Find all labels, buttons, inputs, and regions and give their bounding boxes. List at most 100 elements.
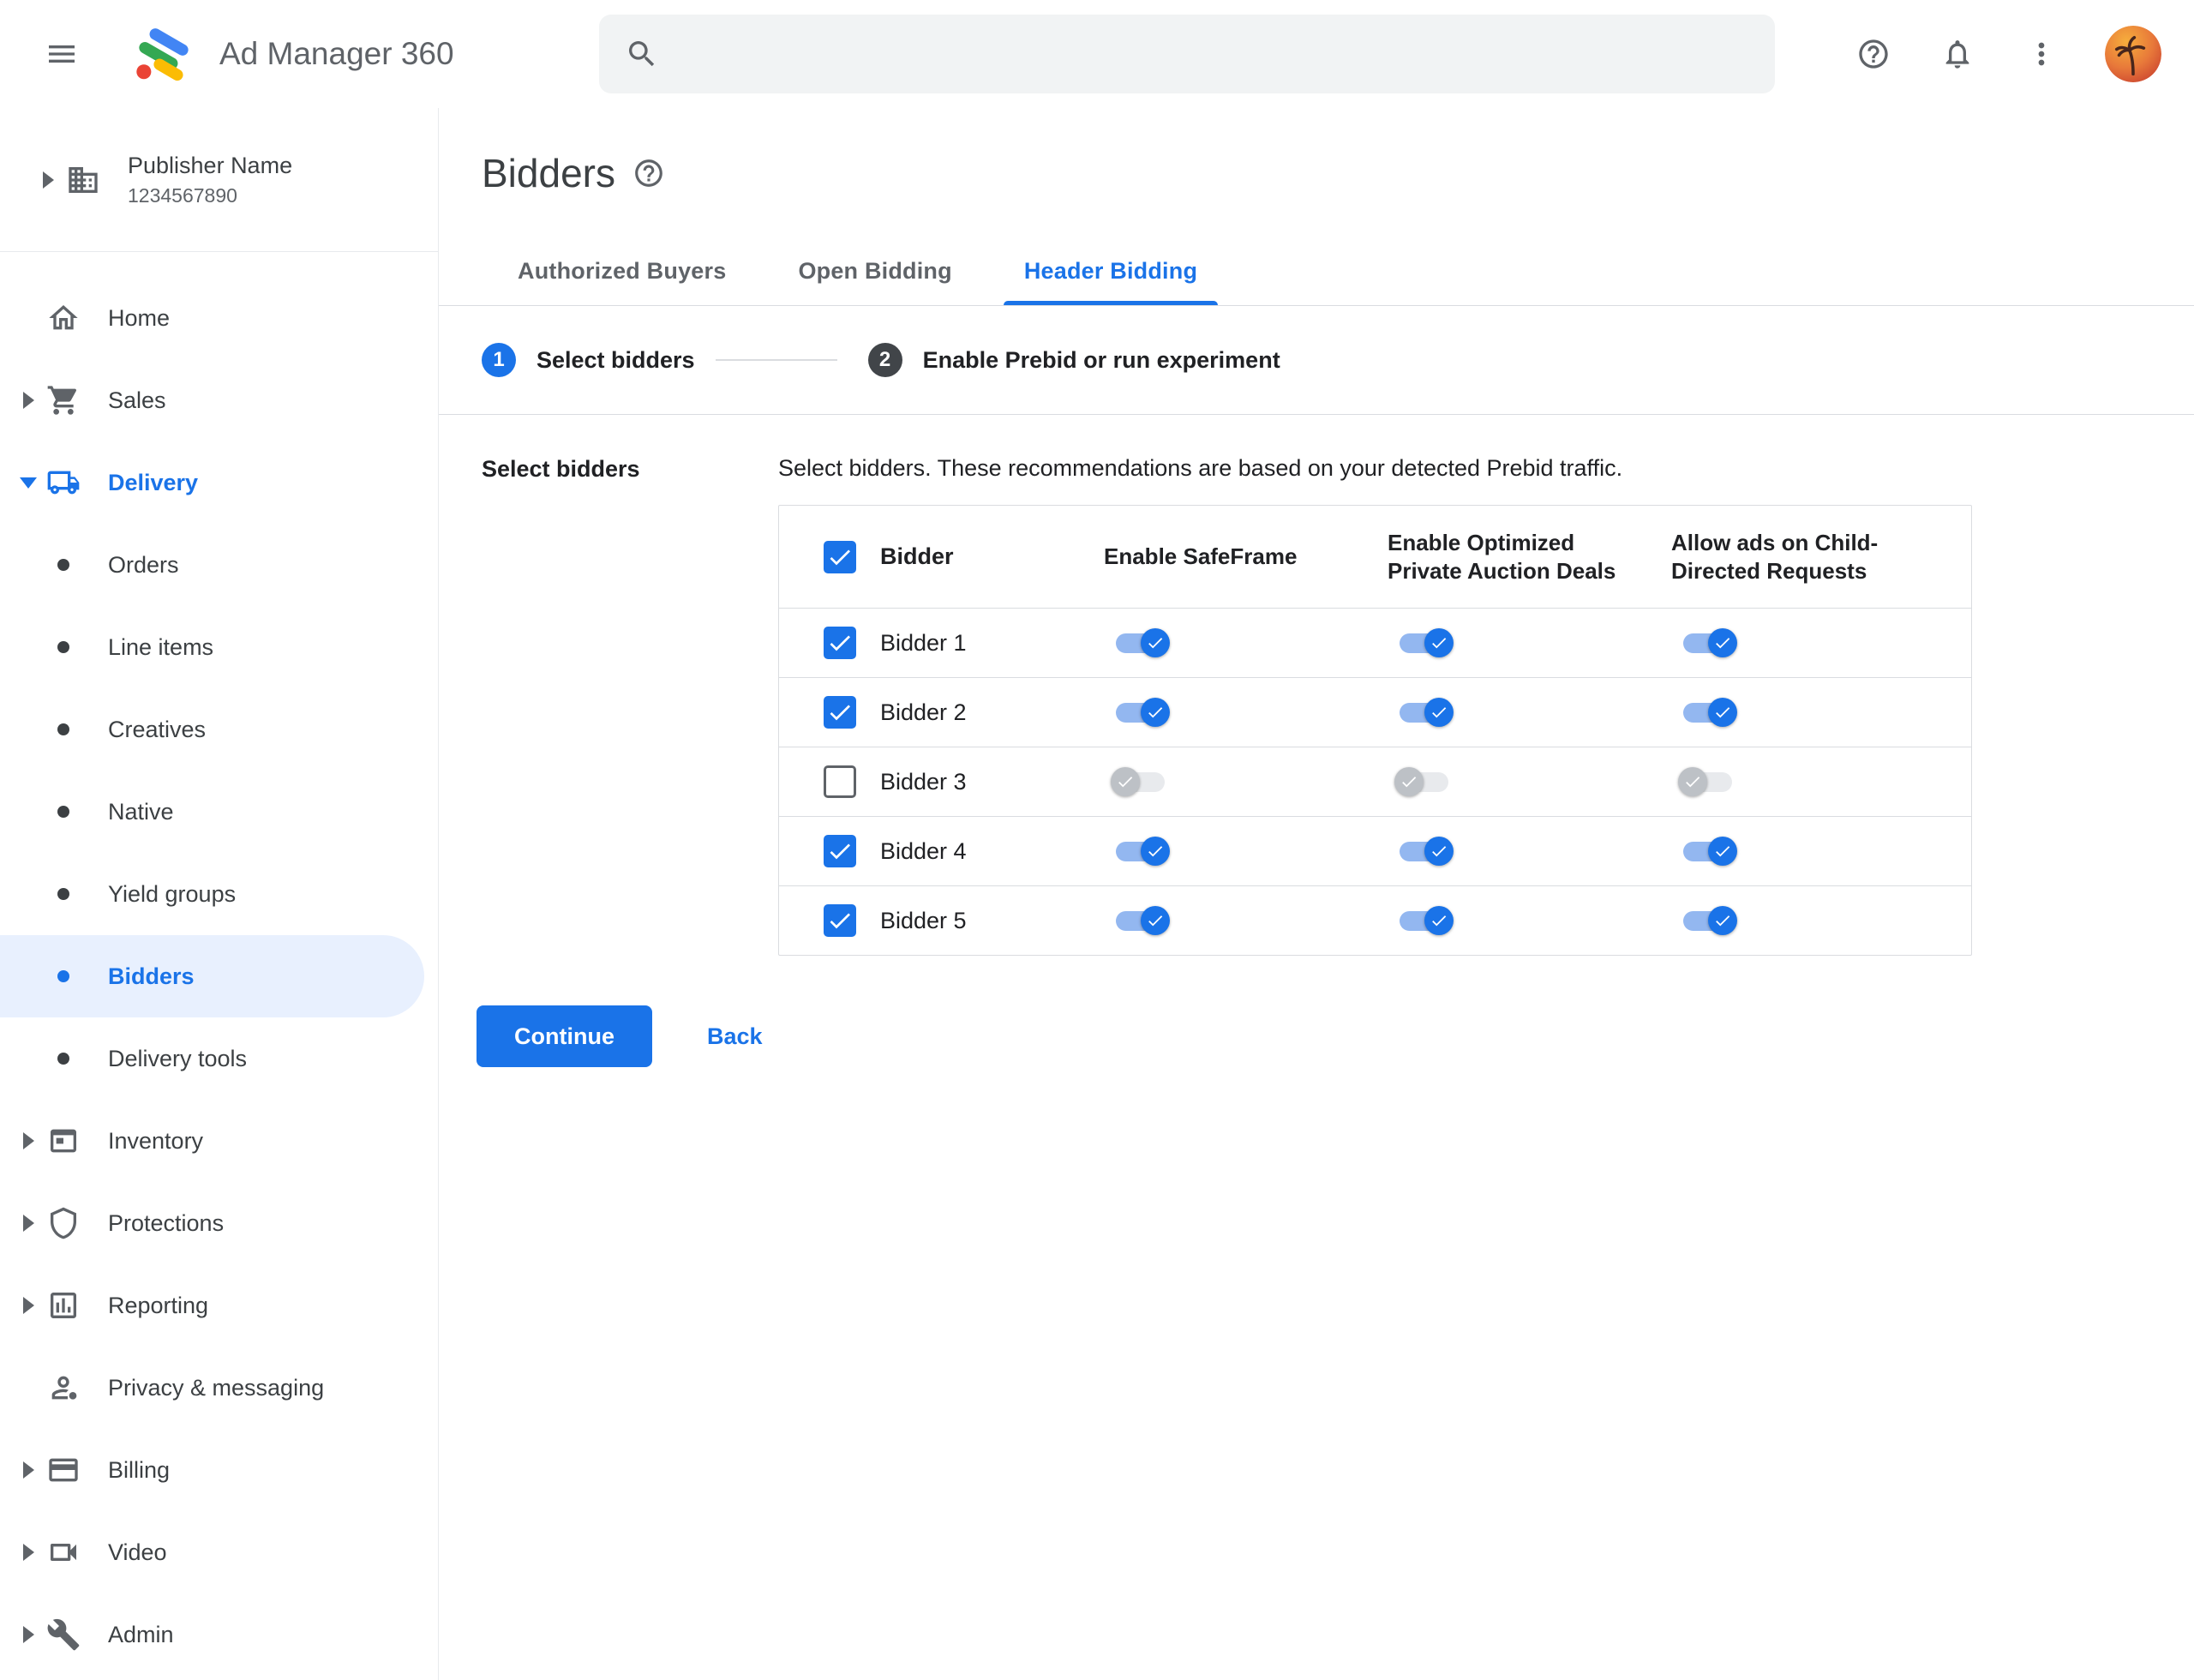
menu-button[interactable]: [41, 33, 82, 75]
check-icon: [830, 913, 850, 929]
bidder-row-bidder-5: Bidder 5: [779, 885, 1971, 955]
child-directed-toggle[interactable]: [1683, 698, 1737, 727]
check-icon: [1432, 707, 1447, 718]
step-2-circle: 2: [867, 343, 902, 377]
sidebar-item-line-items[interactable]: Line items: [0, 606, 438, 688]
sidebar-item-creatives[interactable]: Creatives: [0, 688, 438, 771]
column-header: Bidder: [880, 543, 954, 569]
sidebar-item-reporting[interactable]: Reporting: [0, 1264, 438, 1347]
safeframe-toggle[interactable]: [1116, 698, 1170, 727]
sidebar-item-billing[interactable]: Billing: [0, 1429, 438, 1511]
app-root: Ad Manager 360 Publisher Name 1234567890…: [0, 0, 2194, 1680]
page-header: Bidders: [439, 108, 2194, 197]
bell-icon: [1945, 40, 1969, 69]
optimized-deals-toggle[interactable]: [1400, 837, 1454, 866]
notifications-button[interactable]: [1937, 33, 1978, 75]
safeframe-toggle[interactable]: [1111, 767, 1165, 796]
search-input[interactable]: [680, 39, 1749, 69]
search-bar[interactable]: [599, 15, 1775, 93]
section-description: Select bidders. These recommendations ar…: [778, 455, 1623, 481]
section-label: Select bidders: [482, 456, 640, 482]
bullet-icon: [57, 723, 69, 735]
optimized-deals-toggle[interactable]: [1394, 767, 1448, 796]
bidder-name: Bidder 5: [880, 907, 967, 933]
back-button[interactable]: Back: [707, 1023, 763, 1050]
optimized-deals-toggle[interactable]: [1400, 628, 1454, 657]
bidder-name: Bidder 2: [880, 699, 967, 725]
wrench-icon: [47, 1618, 80, 1651]
ad-manager-logo-icon: [136, 28, 189, 81]
optimized-deals-toggle[interactable]: [1400, 698, 1454, 727]
sidebar: Publisher Name 1234567890 Home Sales Del…: [0, 108, 439, 1680]
card-icon: [49, 1458, 78, 1482]
optimized-deals-toggle[interactable]: [1400, 906, 1454, 935]
column-header: Enable SafeFrame: [1104, 543, 1298, 569]
expand-icon: [22, 1132, 34, 1149]
sidebar-item-native[interactable]: Native: [0, 771, 438, 853]
sidebar-item-home[interactable]: Home: [0, 277, 438, 359]
child-directed-toggle[interactable]: [1683, 906, 1737, 935]
help-button[interactable]: [1853, 33, 1894, 75]
check-icon: [1148, 638, 1163, 649]
more-options-button[interactable]: [2021, 33, 2062, 75]
expand-icon: [22, 1544, 34, 1561]
sidebar-item-video[interactable]: Video: [0, 1511, 438, 1593]
form-actions: Continue Back: [477, 1005, 2194, 1067]
safeframe-toggle[interactable]: [1116, 837, 1170, 866]
sidebar-item-sales[interactable]: Sales: [0, 359, 438, 441]
safeframe-toggle[interactable]: [1116, 906, 1170, 935]
sidebar-item-inventory[interactable]: Inventory: [0, 1100, 438, 1182]
sidebar-item-delivery[interactable]: Delivery: [0, 441, 438, 524]
child-directed-toggle[interactable]: [1678, 767, 1732, 796]
sidebar-item-protections[interactable]: Protections: [0, 1182, 438, 1264]
account-avatar[interactable]: [2105, 26, 2161, 82]
check-icon: [1432, 638, 1447, 649]
bidder-name: Bidder 4: [880, 837, 967, 864]
sidebar-item-bidders[interactable]: Bidders: [0, 935, 424, 1017]
check-icon: [830, 705, 850, 721]
bidder-name: Bidder 3: [880, 768, 967, 795]
page-help-icon[interactable]: [632, 157, 665, 189]
tab-bar: Authorized Buyers Open Bidding Header Bi…: [439, 237, 2194, 306]
tab-authorized-buyers[interactable]: Authorized Buyers: [482, 237, 762, 305]
expand-icon: [22, 1215, 34, 1232]
bullet-icon: [57, 888, 69, 900]
sidebar-item-delivery-tools[interactable]: Delivery tools: [0, 1017, 438, 1100]
expand-icon: [42, 171, 54, 189]
bullet-icon: [57, 806, 69, 818]
sidebar-item-privacy-messaging[interactable]: Privacy & messaging: [0, 1347, 438, 1429]
bidder-checkbox[interactable]: [824, 627, 856, 659]
sidebar-nav: Home Sales Delivery Orders Line items Cr…: [0, 252, 438, 1676]
child-directed-toggle[interactable]: [1683, 837, 1737, 866]
child-directed-toggle[interactable]: [1683, 628, 1737, 657]
publisher-switcher[interactable]: Publisher Name 1234567890: [0, 108, 438, 252]
safeframe-toggle[interactable]: [1116, 628, 1170, 657]
home-icon: [49, 305, 78, 330]
tab-open-bidding[interactable]: Open Bidding: [762, 237, 987, 305]
search-icon: [629, 41, 655, 67]
bidder-checkbox[interactable]: [824, 765, 856, 798]
sidebar-item-orders[interactable]: Orders: [0, 524, 438, 606]
more-vert-icon: [2038, 42, 2045, 66]
check-icon: [1432, 846, 1447, 857]
hamburger-icon: [49, 45, 75, 63]
page-title: Bidders: [482, 151, 615, 195]
check-icon: [1402, 777, 1417, 788]
bidder-checkbox[interactable]: [824, 696, 856, 729]
check-icon: [830, 549, 850, 565]
tab-header-bidding[interactable]: Header Bidding: [988, 237, 1233, 305]
help-icon: [1859, 39, 1888, 69]
sidebar-item-admin[interactable]: Admin: [0, 1593, 438, 1676]
app-title: Ad Manager 360: [219, 36, 454, 71]
bidder-checkbox[interactable]: [824, 835, 856, 867]
select-all-checkbox[interactable]: [824, 540, 856, 573]
check-icon: [830, 635, 850, 651]
check-icon: [1716, 846, 1730, 857]
step-select-bidders[interactable]: 1 Select bidders: [482, 343, 695, 377]
continue-button[interactable]: Continue: [477, 1005, 652, 1067]
sidebar-item-yield-groups[interactable]: Yield groups: [0, 853, 438, 935]
bidder-row-bidder-3: Bidder 3: [779, 747, 1971, 816]
bidder-checkbox[interactable]: [824, 904, 856, 937]
step-enable-prebid[interactable]: 2 Enable Prebid or run experiment: [867, 343, 1280, 377]
table-header-row: Bidder Enable SafeFrame Enable Optimized…: [779, 506, 1971, 608]
